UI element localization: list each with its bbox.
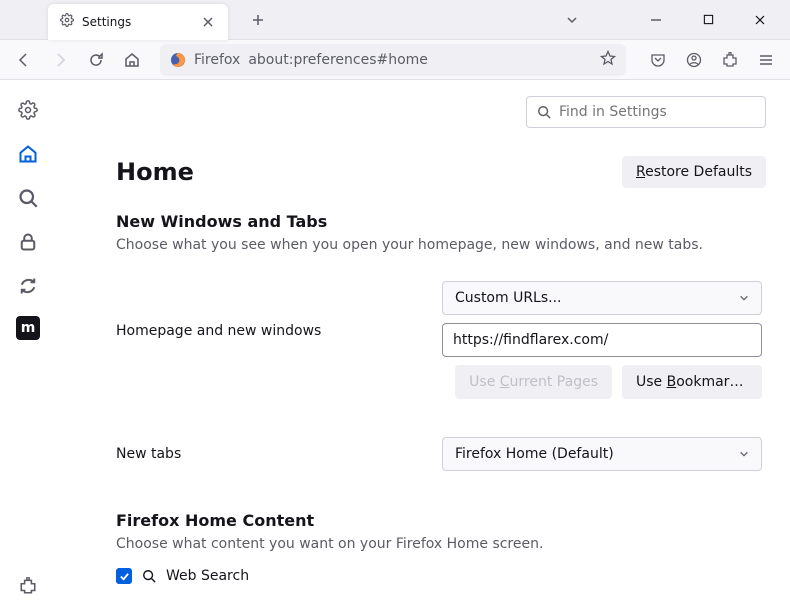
back-button[interactable] [8, 44, 40, 76]
homepage-mode-dropdown[interactable]: Custom URLs... [442, 281, 762, 315]
forward-button[interactable] [44, 44, 76, 76]
restore-defaults-button[interactable]: RRestore Defaultsestore Defaults [622, 156, 766, 188]
chevron-down-icon [739, 449, 749, 459]
window-close-button[interactable] [738, 4, 782, 36]
web-search-label: Web Search [166, 568, 249, 584]
section-title-home-content: Firefox Home Content [116, 511, 766, 530]
dropdown-value: Firefox Home (Default) [455, 446, 614, 462]
sidebar-item-general[interactable] [14, 96, 42, 124]
url-label: Firefox [194, 52, 240, 68]
sidebar-item-addons[interactable] [14, 572, 42, 600]
search-icon [142, 569, 156, 583]
url-text: about:preferences#home [248, 52, 592, 68]
search-icon [537, 105, 551, 119]
use-bookmark-button[interactable]: Use Bookmark... [622, 365, 762, 399]
chevron-down-icon [739, 293, 749, 303]
reload-button[interactable] [80, 44, 112, 76]
new-tab-button[interactable] [244, 6, 272, 34]
homepage-url-input[interactable] [442, 323, 762, 357]
label-homepage: Homepage and new windows [116, 281, 426, 339]
pocket-icon[interactable] [642, 44, 674, 76]
home-button[interactable] [116, 44, 148, 76]
web-search-checkbox[interactable] [116, 568, 132, 584]
gear-icon [60, 12, 74, 31]
account-icon[interactable] [678, 44, 710, 76]
section-desc-content: Choose what content you want on your Fir… [116, 536, 766, 552]
star-icon[interactable] [600, 50, 616, 70]
browser-tab[interactable]: Settings [48, 4, 228, 40]
label-newtabs: New tabs [116, 446, 426, 462]
minimize-button[interactable] [634, 4, 678, 36]
find-settings-search[interactable] [526, 96, 766, 128]
close-icon[interactable] [200, 14, 216, 30]
menu-icon[interactable] [750, 44, 782, 76]
extensions-icon[interactable] [714, 44, 746, 76]
dropdown-value: Custom URLs... [455, 290, 562, 306]
url-bar[interactable]: Firefox about:preferences#home [160, 44, 626, 76]
find-settings-input[interactable] [559, 104, 755, 120]
maximize-button[interactable] [686, 4, 730, 36]
chevron-down-icon[interactable] [550, 4, 594, 36]
tab-title: Settings [82, 15, 192, 29]
firefox-logo-icon [170, 52, 186, 68]
page-title: Home [116, 158, 194, 186]
use-current-pages-button[interactable]: Use Current Pages [455, 365, 612, 399]
extension-icon[interactable]: m [16, 316, 40, 340]
sidebar-item-search[interactable] [14, 184, 42, 212]
sidebar-item-privacy[interactable] [14, 228, 42, 256]
newtabs-dropdown[interactable]: Firefox Home (Default) [442, 437, 762, 471]
section-title-windows-tabs: New Windows and Tabs [116, 212, 766, 231]
sidebar-item-home[interactable] [14, 140, 42, 168]
sidebar-item-sync[interactable] [14, 272, 42, 300]
section-desc: Choose what you see when you open your h… [116, 237, 766, 253]
